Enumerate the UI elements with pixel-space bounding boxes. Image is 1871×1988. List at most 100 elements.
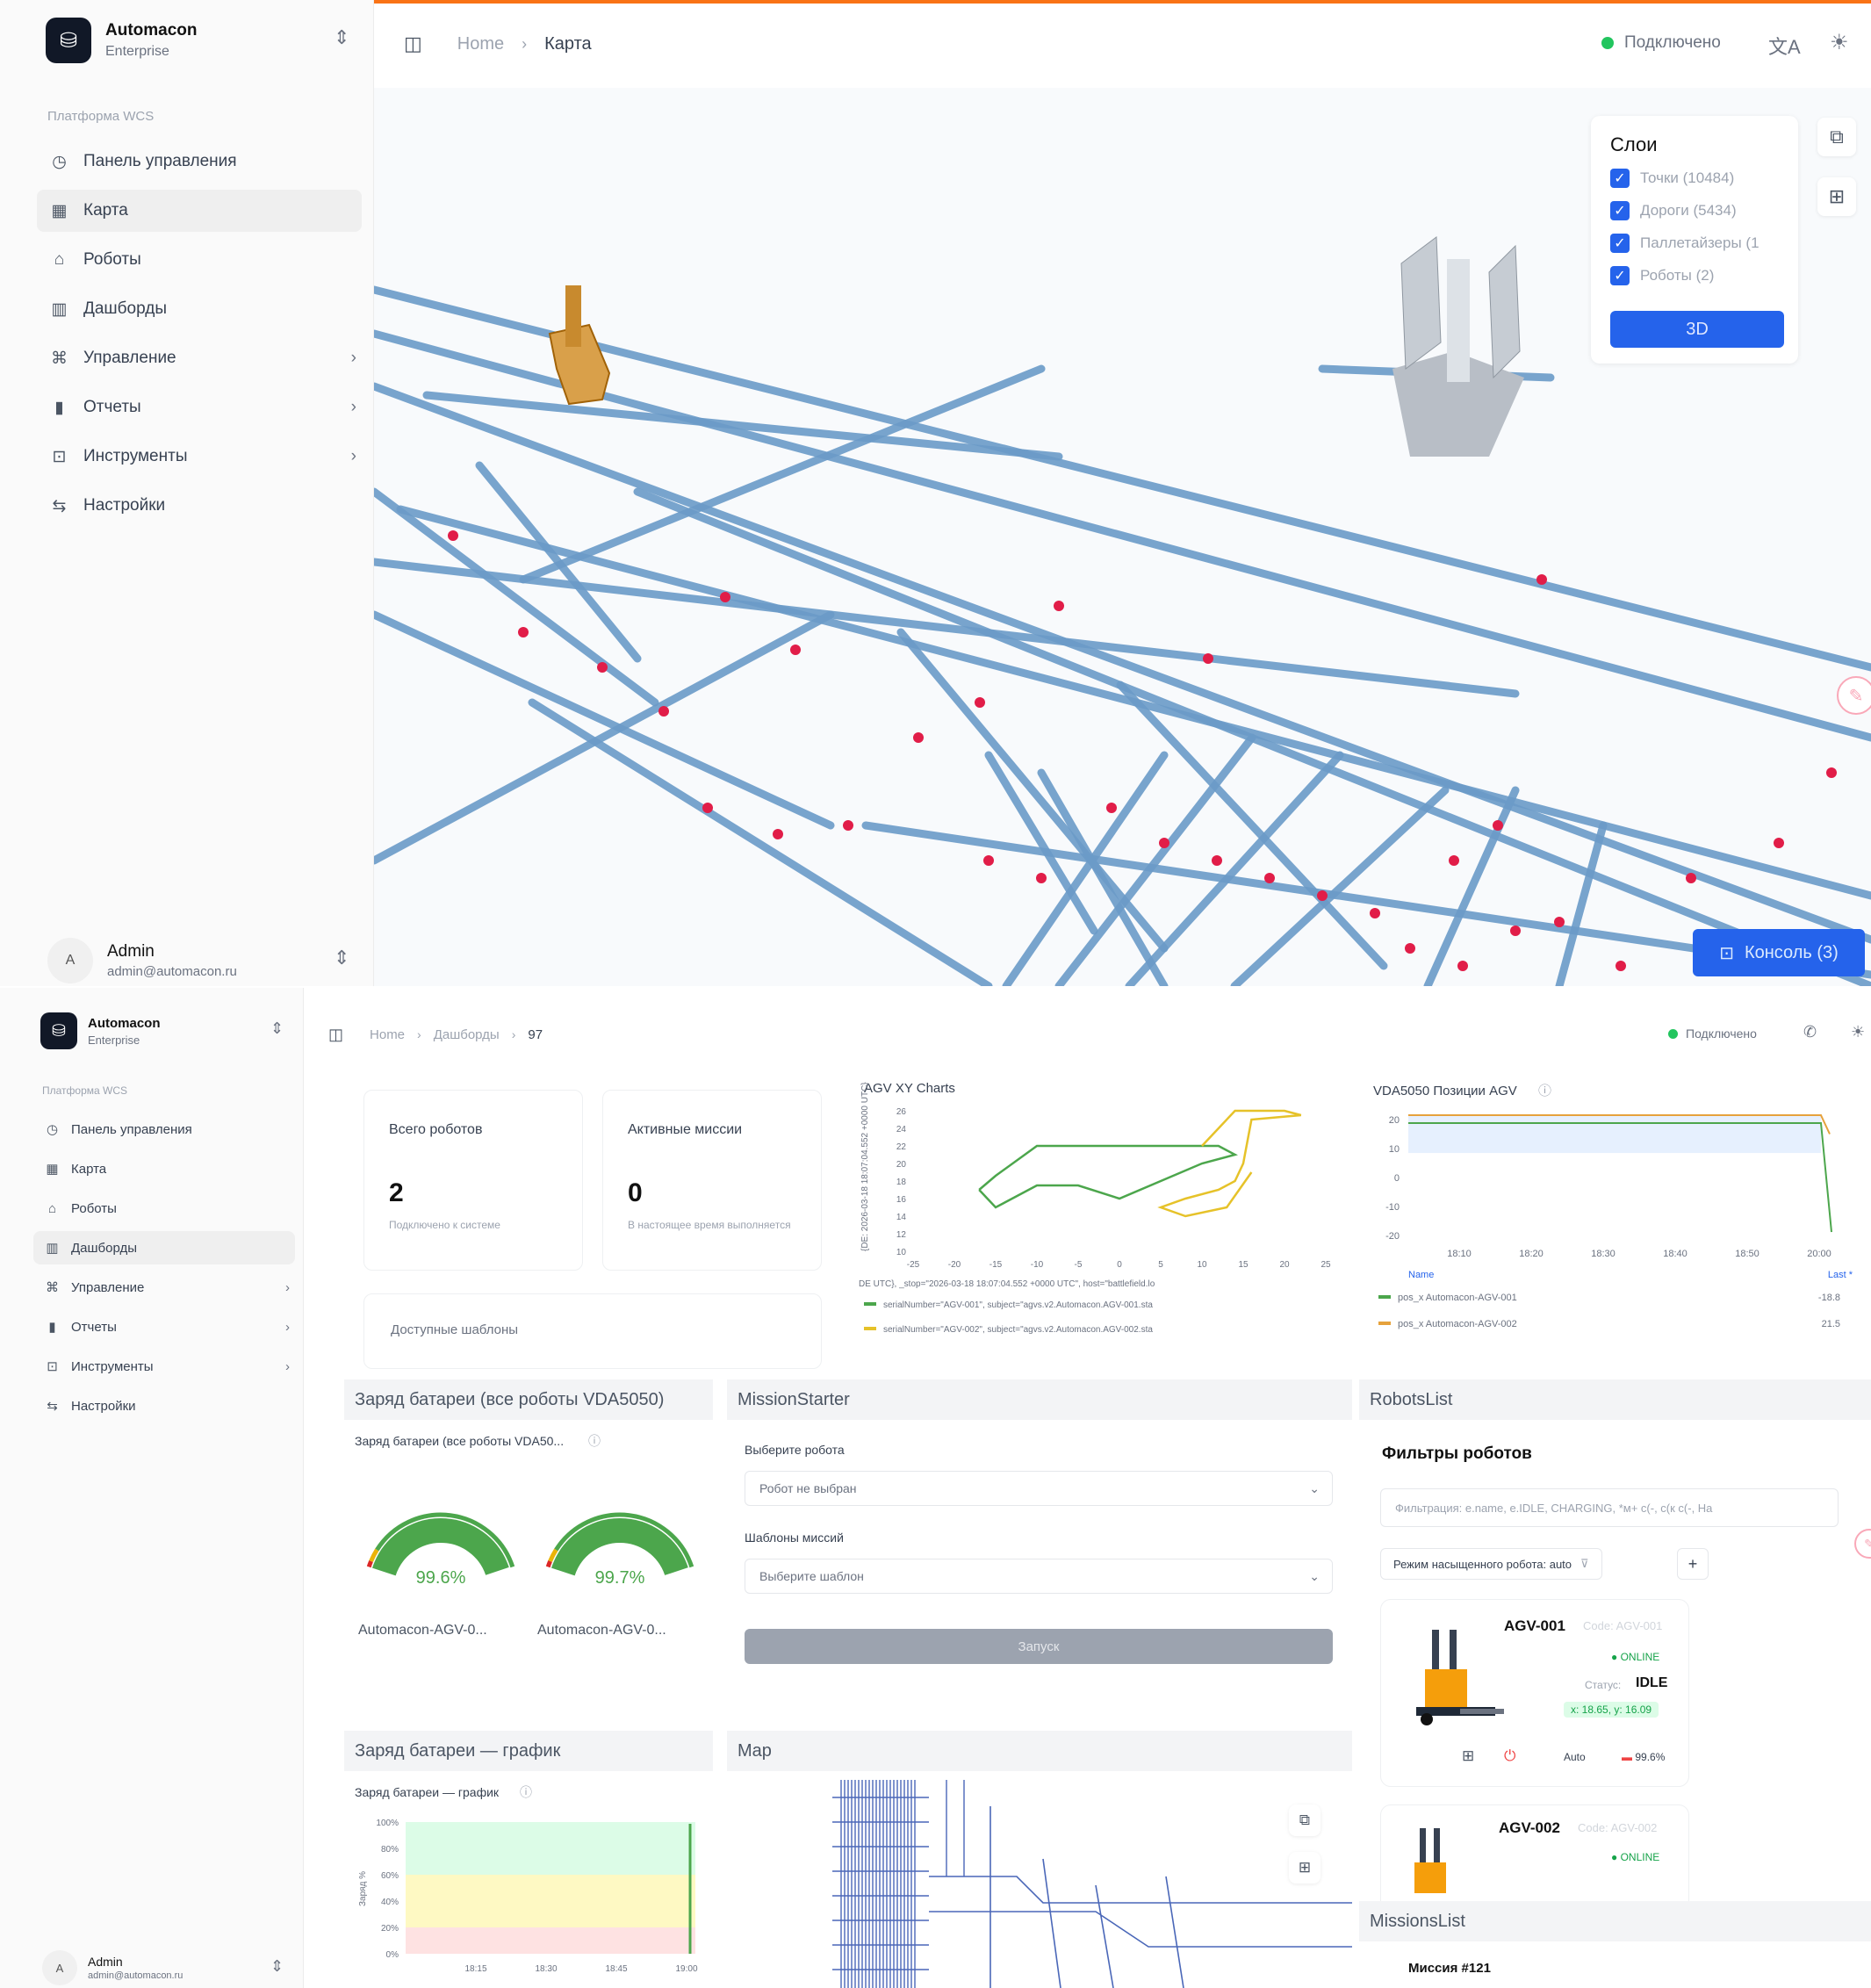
sidebar-item-2[interactable]: ⌂ Роботы (37, 239, 362, 281)
layers-tool-icon[interactable]: ⧉ (1817, 118, 1856, 156)
start-mission-button[interactable]: Запуск (745, 1629, 1333, 1664)
console-button[interactable]: ⊡ Консоль (3) (1693, 929, 1865, 976)
battery-y-tick: 20% (381, 1924, 399, 1934)
grid-tool-icon[interactable]: ⊞ (1289, 1852, 1320, 1884)
sidebar-item-label: Управление (83, 349, 176, 367)
robot-card-agv-001[interactable]: AGV-001 Code: AGV-001 ● ONLINE Статус: I… (1380, 1599, 1689, 1787)
breadcrumb-home[interactable]: Home (370, 1027, 405, 1042)
checkbox-checked-icon[interactable]: ✓ (1610, 201, 1630, 220)
robot-stop-icon[interactable]: ⏻ (1504, 1747, 1515, 1765)
grid-tool-icon[interactable]: ⊞ (1817, 177, 1856, 216)
sidebar-toggle-icon[interactable]: ◫ (404, 32, 422, 55)
sidebar-item-label: Роботы (83, 250, 141, 269)
workspace-switch-icon[interactable]: ⇕ (334, 26, 349, 49)
gauge-fill (551, 1518, 688, 1576)
sidebar-toggle-icon[interactable]: ◫ (328, 1026, 343, 1044)
sidebar-item-5[interactable]: ▮ Отчеты › (33, 1310, 295, 1343)
breadcrumb-dashboards[interactable]: Дашборды (434, 1027, 500, 1042)
robot-select[interactable]: Робот не выбран ⌄ (745, 1471, 1333, 1506)
layer-label: Паллетайзеры (1 (1640, 234, 1759, 251)
robot-filter-placeholder: Фильтрация: e.name, e.IDLE, CHARGING, *м… (1395, 1501, 1713, 1515)
theme-sun-icon[interactable]: ☀ (1830, 30, 1849, 55)
battery-chart-svg[interactable]: 100%80%60%40%20%0%18:15 18:30 18:45 19:00За… (344, 1731, 713, 1988)
mission-starter-panel: MissionStarter Выберите робота Робот не … (727, 1379, 1352, 1729)
sidebar-item-4[interactable]: ⌘ Управление › (33, 1271, 295, 1304)
workspace-switch-icon[interactable]: ⇕ (270, 1019, 284, 1038)
sidebar-item-6[interactable]: ⊡ Инструменты › (37, 436, 362, 478)
sidebar-item-label: Инструменты (83, 447, 188, 465)
mission-item-title[interactable]: Миссия #121 (1408, 1961, 1491, 1976)
chevron-right-icon: › (350, 349, 356, 367)
sidebar-item-0[interactable]: ◷ Панель управления (33, 1113, 295, 1146)
missions-list-panel: MissionsList Миссия #121 (1359, 1901, 1871, 1988)
sidebar-item-1[interactable]: ▦ Карта (37, 190, 362, 232)
mini-map-canvas[interactable] (727, 1771, 1352, 1988)
user-menu[interactable]: A Admin admin@automacon.ru (47, 938, 237, 983)
mode-filter-chip[interactable]: Режим насыщенного робота: auto ⊽ (1380, 1548, 1602, 1580)
toggle-3d-button[interactable]: 3D (1610, 311, 1784, 348)
sliders-icon: ⇆ (47, 1399, 58, 1414)
sidebar-item-label: Панель управления (83, 152, 237, 170)
sidebar-item-3[interactable]: ▥ Дашборды (37, 288, 362, 330)
theme-sun-icon[interactable]: ☀ (1851, 1023, 1865, 1041)
robot-mode: Auto (1564, 1751, 1586, 1763)
sidebar-item-label: Инструменты (71, 1358, 154, 1374)
sidebar-item-7[interactable]: ⇆ Настройки (33, 1389, 295, 1423)
sidebar-item-0[interactable]: ◷ Панель управления (37, 140, 362, 183)
layers-panel: Слои ✓ Точки (10484) ✓ Дороги (5434) ✓ Палл… (1591, 116, 1798, 364)
sidebar-item-7[interactable]: ⇆ Настройки (37, 485, 362, 527)
checkbox-checked-icon[interactable]: ✓ (1610, 266, 1630, 285)
gauge-icon: ◷ (46, 1122, 59, 1137)
brand[interactable]: ⛁ Automacon Enterprise (46, 18, 198, 63)
xy-y-tick: 22 (896, 1142, 907, 1152)
translate-icon[interactable]: 文A (1768, 32, 1801, 60)
breadcrumb-home[interactable]: Home (457, 34, 504, 54)
add-filter-button[interactable]: + (1677, 1548, 1709, 1580)
breadcrumb-separator-icon: › (511, 1027, 516, 1041)
battery-chart-panel: Заряд батареи — график Заряд батареи — г… (344, 1731, 713, 1988)
templates-card[interactable]: Доступные шаблоны (363, 1293, 822, 1369)
sidebar-item-4[interactable]: ⌘ Управление › (37, 337, 362, 379)
panel-title: MissionsList (1359, 1901, 1871, 1941)
user-menu-chevron-icon[interactable]: ⇕ (270, 1957, 284, 1976)
position-chart-svg[interactable]: 20 10 0 -10 -20 18:10 18:20 18:30 18:40 18:50 20:0… (1366, 1076, 1858, 1383)
sidebar-item-1[interactable]: ▦ Карта (33, 1152, 295, 1185)
robot-map-icon[interactable]: ⊞ (1462, 1747, 1474, 1765)
layer-roads[interactable]: ✓ Дороги (5434) (1610, 201, 1737, 220)
robot-name: AGV-001 (1504, 1617, 1565, 1634)
legend-swatch-agv-002 (864, 1327, 876, 1330)
sidebar-item-2[interactable]: ⌂ Роботы (33, 1192, 295, 1225)
sidebar-item-5[interactable]: ▮ Отчеты › (37, 386, 362, 429)
edge-tool-icon[interactable]: ✎ (1837, 676, 1871, 715)
template-select[interactable]: Выберите шаблон ⌄ (745, 1559, 1333, 1594)
layer-points[interactable]: ✓ Точки (10484) (1610, 169, 1734, 188)
xy-chart-svg[interactable]: {DE: 2026-03-18 18:07:04.552 +0000 UTC} -… (852, 1076, 1349, 1383)
waypoint-dot (773, 829, 783, 839)
sidebar-item-label: Карта (71, 1161, 107, 1177)
brand-logo-icon: ⛁ (40, 1012, 77, 1049)
pos-legend-name-header: Name (1408, 1270, 1434, 1280)
breadcrumb-current: Карта (544, 33, 592, 54)
phone-icon[interactable]: ✆ (1803, 1023, 1817, 1041)
robot-select-label: Выберите робота (745, 1443, 845, 1457)
xy-y-tick: 24 (896, 1125, 907, 1134)
robot-filter-input[interactable]: Фильтрация: e.name, e.IDLE, CHARGING, *м… (1380, 1488, 1839, 1527)
sidebar-item-3[interactable]: ▥ Дашборды (33, 1231, 295, 1264)
layers-tool-icon[interactable]: ⧉ (1289, 1804, 1320, 1836)
checkbox-checked-icon[interactable]: ✓ (1610, 234, 1630, 253)
battery-y-tick: 80% (381, 1845, 399, 1855)
user-menu-chevron-icon[interactable]: ⇕ (334, 947, 349, 969)
brand-edition: Enterprise (105, 44, 169, 59)
console-icon: ⊡ (1719, 943, 1734, 963)
brand[interactable]: ⛁ Automacon Enterprise (40, 1012, 161, 1049)
battery-x-tick: 19:00 (675, 1964, 697, 1974)
checkbox-checked-icon[interactable]: ✓ (1610, 169, 1630, 188)
user-menu[interactable]: A Admin admin@automacon.ru (42, 1950, 183, 1985)
band-low (406, 1927, 695, 1954)
layer-palletizers[interactable]: ✓ Паллетайзеры (1 (1610, 234, 1759, 253)
sidebar-item-6[interactable]: ⊡ Инструменты › (33, 1350, 295, 1383)
stat-sub: Подключено к системе (389, 1219, 500, 1231)
console-label: Консоль (3) (1744, 942, 1839, 962)
waypoint-dot (1054, 601, 1064, 611)
layer-robots[interactable]: ✓ Роботы (2) (1610, 266, 1714, 285)
